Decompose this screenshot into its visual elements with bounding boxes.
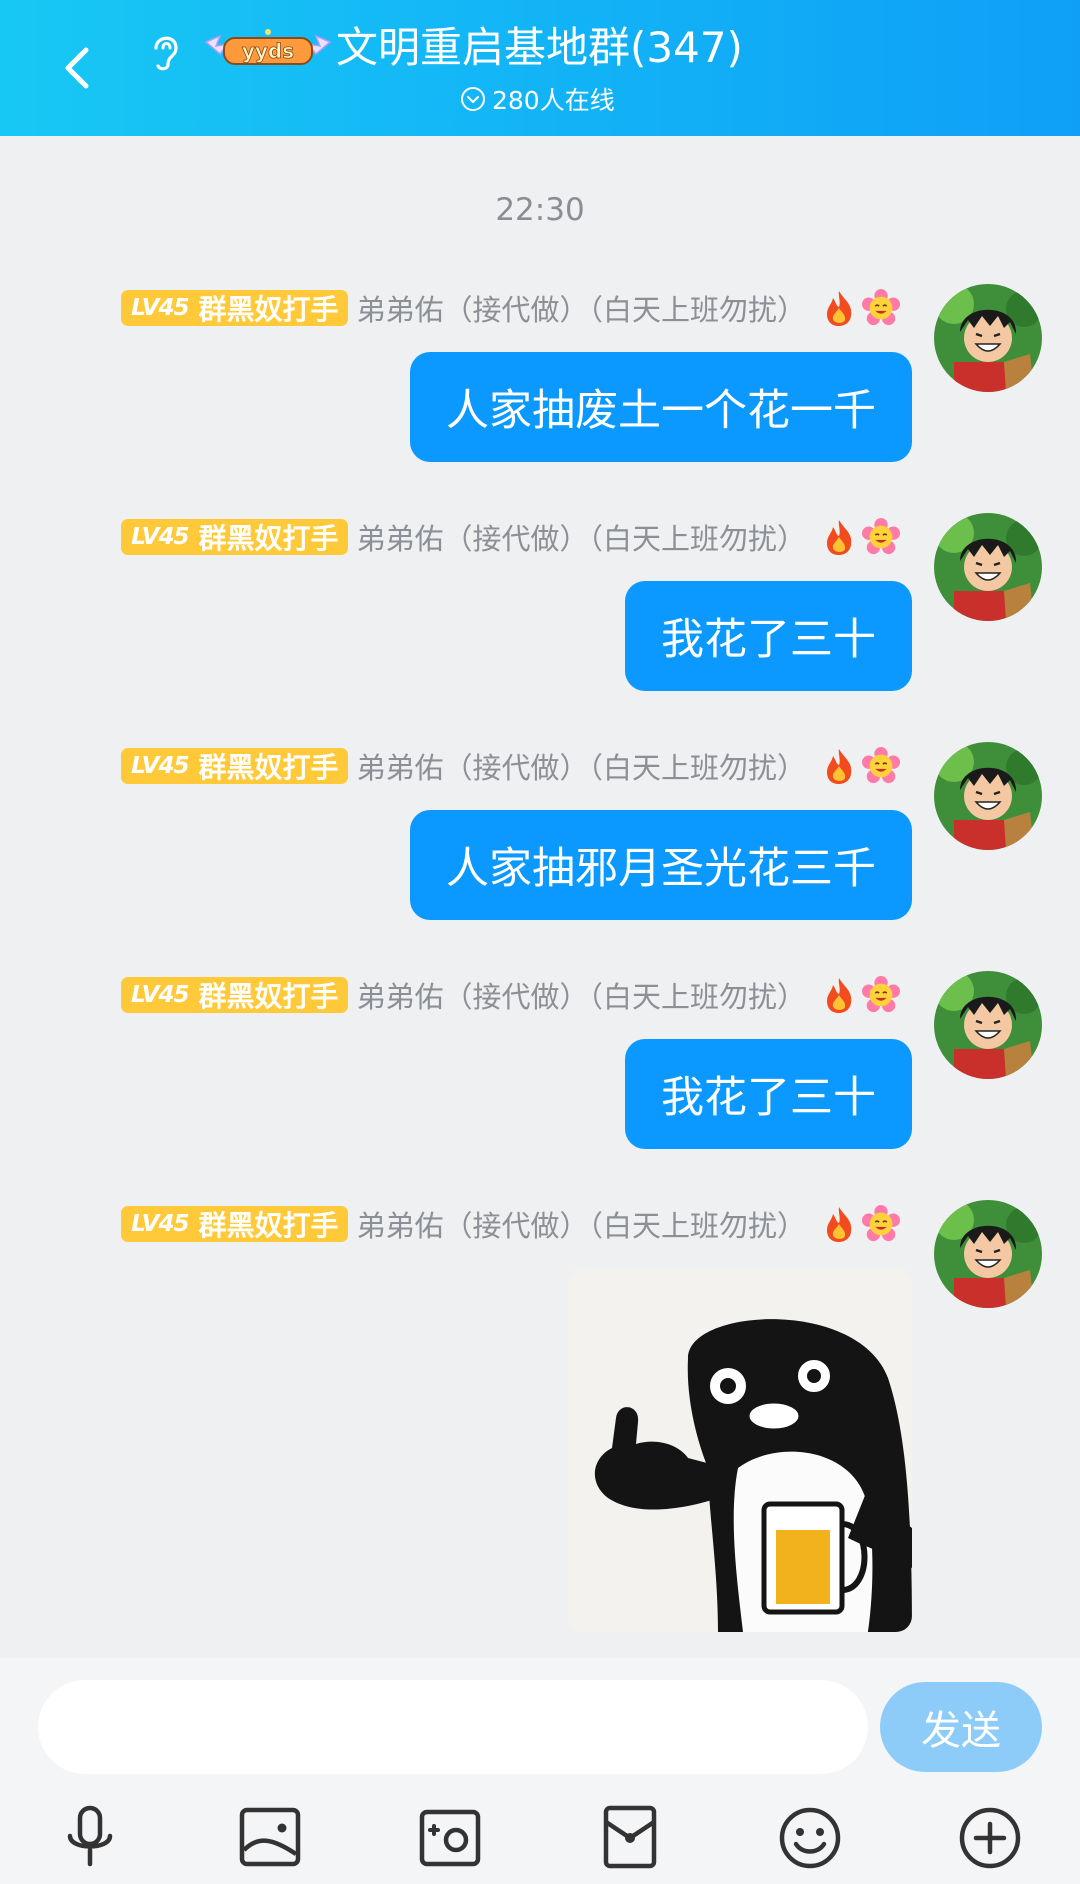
- message-bubble[interactable]: 人家抽废土一个花一千: [410, 352, 912, 462]
- sender-emojis: [816, 746, 900, 786]
- send-button[interactable]: 发送: [880, 1682, 1042, 1772]
- fire-icon: [827, 978, 852, 1013]
- avatar[interactable]: [934, 513, 1042, 621]
- sender-emojis: [816, 975, 900, 1015]
- camera-button[interactable]: [412, 1800, 488, 1876]
- avatar[interactable]: [934, 284, 1042, 392]
- fire-icon: [827, 1207, 852, 1242]
- avatar[interactable]: [934, 742, 1042, 850]
- message-bubble[interactable]: 人家抽邪月圣光花三千: [410, 810, 912, 920]
- red-packet-button[interactable]: [592, 1800, 668, 1876]
- title-tag-text: 群黑奴打手: [198, 522, 339, 555]
- image-button[interactable]: [232, 1800, 308, 1876]
- level-text: LV45: [131, 524, 189, 550]
- message-input[interactable]: [38, 1680, 868, 1774]
- level-tag: LV45 群黑奴打手: [121, 290, 349, 326]
- sender-name[interactable]: 弟弟佑（接代做）（白天上班勿扰）: [356, 516, 806, 558]
- fire-icon: [827, 520, 852, 555]
- camera-icon: [419, 1809, 481, 1867]
- title-tag-text: 群黑奴打手: [198, 293, 339, 326]
- level-text: LV45: [131, 753, 189, 779]
- plus-button[interactable]: [952, 1800, 1028, 1876]
- sender-info: LV45 群黑奴打手 弟弟佑（接代做）（白天上班勿扰）: [121, 288, 900, 328]
- input-toolbar: [0, 1800, 1080, 1880]
- sender-name[interactable]: 弟弟佑（接代做）（白天上班勿扰）: [356, 745, 806, 787]
- yyds-badge: yyds: [202, 24, 334, 72]
- flower-face-icon: [862, 976, 900, 1013]
- emoji-button[interactable]: [772, 1800, 848, 1876]
- level-tag: LV45 群黑奴打手: [121, 1206, 349, 1242]
- yyds-badge-text: yyds: [242, 39, 294, 63]
- flower-face-icon: [862, 518, 900, 555]
- microphone-button[interactable]: [52, 1800, 128, 1876]
- message-bubble[interactable]: 我花了三十: [625, 1039, 912, 1149]
- flower-face-icon: [862, 289, 900, 326]
- sender-emojis: [816, 1204, 900, 1244]
- title-tag-text: 群黑奴打手: [198, 1209, 339, 1242]
- red-packet-icon: [603, 1805, 657, 1869]
- penguin-sticker-image: [568, 1268, 912, 1632]
- sender-name[interactable]: 弟弟佑（接代做）（白天上班勿扰）: [356, 974, 806, 1016]
- sender-info: LV45 群黑奴打手 弟弟佑（接代做）（白天上班勿扰）: [121, 1204, 900, 1244]
- level-text: LV45: [131, 1211, 189, 1237]
- sender-info: LV45 群黑奴打手 弟弟佑（接代做）（白天上班勿扰）: [121, 517, 900, 557]
- level-text: LV45: [131, 295, 189, 321]
- sender-emojis: [816, 288, 900, 328]
- fire-icon: [827, 291, 852, 326]
- penguin-sticker[interactable]: [568, 1268, 912, 1632]
- chevron-left-icon: [65, 47, 89, 89]
- emoji-icon: [779, 1807, 841, 1869]
- flower-face-icon: [862, 1205, 900, 1242]
- online-count: 280人在线: [492, 86, 615, 115]
- sender-name[interactable]: 弟弟佑（接代做）（白天上班勿扰）: [356, 287, 806, 329]
- back-button[interactable]: [50, 38, 110, 98]
- sender-info: LV45 群黑奴打手 弟弟佑（接代做）（白天上班勿扰）: [121, 975, 900, 1015]
- sender-info: LV45 群黑奴打手 弟弟佑（接代做）（白天上班勿扰）: [121, 746, 900, 786]
- title-tag-text: 群黑奴打手: [198, 751, 339, 784]
- flower-face-icon: [862, 747, 900, 784]
- title-tag-text: 群黑奴打手: [198, 980, 339, 1013]
- online-status[interactable]: 280人在线: [460, 82, 615, 116]
- level-tag: LV45 群黑奴打手: [121, 748, 349, 784]
- sender-name[interactable]: 弟弟佑（接代做）（白天上班勿扰）: [356, 1203, 806, 1245]
- image-icon: [239, 1807, 301, 1867]
- avatar[interactable]: [934, 971, 1042, 1079]
- sender-emojis: [816, 517, 900, 557]
- fire-icon: [827, 749, 852, 784]
- level-text: LV45: [131, 982, 189, 1008]
- chevron-circle-icon: [461, 87, 485, 111]
- message-bubble[interactable]: 我花了三十: [625, 581, 912, 691]
- chat-header: yyds 文明重启基地群(347) 280人在线: [0, 0, 1080, 136]
- plus-icon: [959, 1807, 1021, 1869]
- ear-icon[interactable]: [146, 28, 186, 74]
- level-tag: LV45 群黑奴打手: [121, 519, 349, 555]
- input-area: 发送: [0, 1658, 1080, 1884]
- group-title[interactable]: 文明重启基地群(347): [336, 20, 743, 76]
- level-tag: LV45 群黑奴打手: [121, 977, 349, 1013]
- avatar[interactable]: [934, 1200, 1042, 1308]
- timestamp: 22:30: [495, 192, 585, 228]
- microphone-icon: [67, 1805, 113, 1867]
